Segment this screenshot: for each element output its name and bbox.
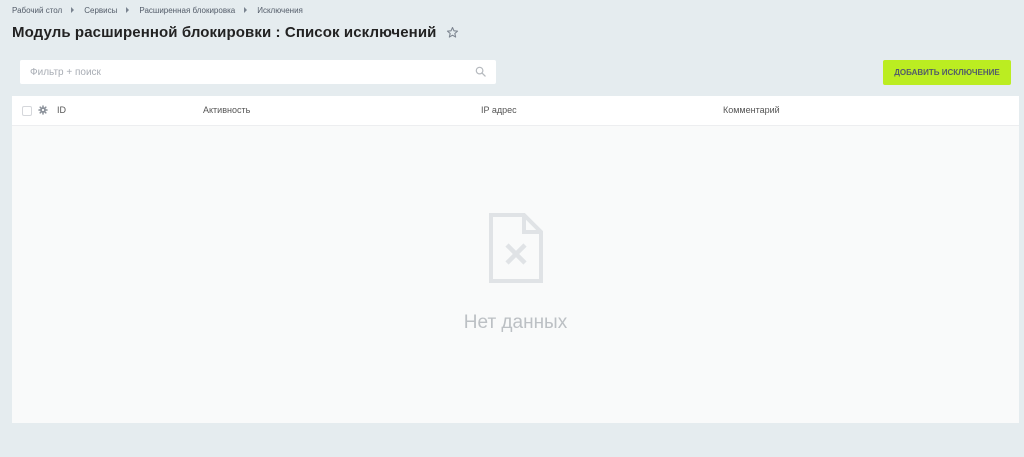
- column-header-activity[interactable]: Активность: [203, 105, 250, 115]
- breadcrumb-item-services[interactable]: Сервисы: [84, 6, 117, 15]
- select-all-checkbox[interactable]: [22, 106, 32, 116]
- breadcrumb-item-exceptions[interactable]: Исключения: [257, 6, 303, 15]
- grid-body-empty: Нет данных: [12, 126, 1019, 423]
- breadcrumb-item-extended-block[interactable]: Расширенная блокировка: [139, 6, 235, 15]
- exceptions-grid: ID Активность IP адрес Комментарий Нет д…: [12, 96, 1019, 423]
- star-icon[interactable]: [446, 26, 459, 39]
- breadcrumb-item-desktop[interactable]: Рабочий стол: [12, 6, 62, 15]
- grid-header: ID Активность IP адрес Комментарий: [12, 96, 1019, 126]
- add-exception-button[interactable]: ДОБАВИТЬ ИСКЛЮЧЕНИЕ: [883, 60, 1011, 85]
- title-row: Модуль расширенной блокировки : Список и…: [12, 22, 459, 42]
- breadcrumb-separator-icon: [244, 7, 248, 13]
- no-data-file-icon: [489, 213, 543, 283]
- breadcrumb-separator-icon: [126, 7, 130, 13]
- empty-state-text: Нет данных: [463, 312, 568, 333]
- gear-icon[interactable]: [38, 105, 48, 115]
- column-header-comment[interactable]: Комментарий: [723, 105, 780, 115]
- page-title: Модуль расширенной блокировки : Список и…: [12, 23, 437, 41]
- search-box: [20, 60, 496, 84]
- search-icon[interactable]: [475, 66, 486, 77]
- search-input[interactable]: [20, 60, 470, 84]
- breadcrumb: Рабочий стол Сервисы Расширенная блокиро…: [12, 4, 303, 16]
- breadcrumb-separator-icon: [71, 7, 75, 13]
- column-header-id[interactable]: ID: [57, 105, 66, 115]
- column-header-ip-address[interactable]: IP адрес: [481, 105, 517, 115]
